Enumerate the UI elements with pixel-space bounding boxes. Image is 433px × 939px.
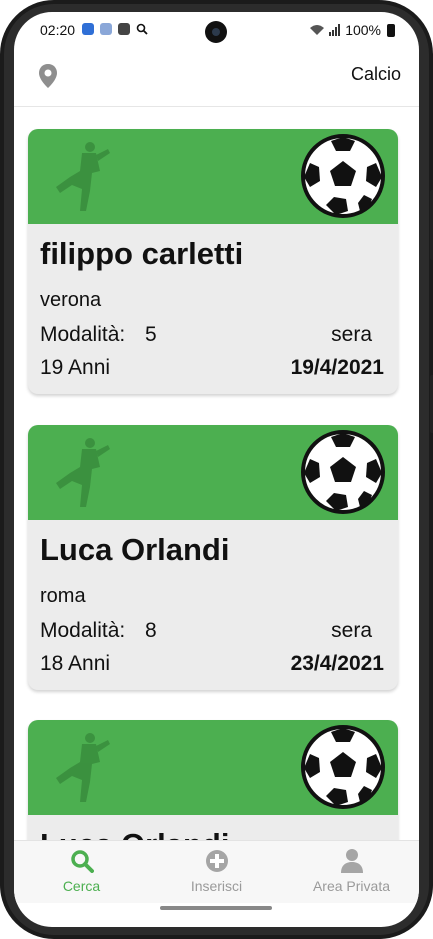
battery-text: 100% [345,22,381,38]
match-card[interactable]: Luca Orlandi [28,720,398,840]
soccer-ball-icon [301,430,385,514]
player-silhouette-icon [56,733,110,802]
screen: 02:20 100% Calcio filippo carletti veron… [14,12,419,927]
app-header: Calcio [14,52,419,107]
time-of-day: sera [331,323,372,346]
match-card[interactable]: Luca Orlandi roma Modalità: 8 sera 18 An… [28,425,398,690]
card-banner [28,720,398,815]
player-silhouette-icon [56,142,110,211]
player-name: Luca Orlandi [40,827,229,840]
mode-label: Modalità: [40,619,126,642]
player-name: filippo carletti [40,236,244,271]
search-notification-icon [136,23,148,35]
nav-label: Cerca [62,878,101,894]
mode-value: 8 [145,619,157,642]
age: 19 Anni [40,356,111,379]
city: verona [40,289,102,311]
sport-title[interactable]: Calcio [351,64,401,85]
player-name: Luca Orlandi [40,532,230,567]
app-notification-icon [118,23,130,35]
user-icon [340,849,363,873]
app-notification-icon [82,23,94,35]
mode-value: 5 [145,323,157,346]
soccer-ball-icon [301,725,385,809]
nav-label: Area Privata [312,878,391,894]
nav-cerca[interactable]: Cerca [14,841,149,903]
match-date: 19/4/2021 [290,356,384,379]
bottom-navigation: Cerca Inserisci Area Privata [14,840,419,903]
location-pin-icon[interactable] [38,63,58,89]
match-list[interactable]: filippo carletti verona Modalità: 5 sera… [14,107,419,840]
city: roma [40,585,86,607]
status-time: 02:20 [40,22,76,38]
time-of-day: sera [331,619,372,642]
front-camera [205,21,227,43]
card-banner [28,129,398,224]
soccer-ball-icon [301,134,385,218]
app-notification-icon [100,23,112,35]
plus-circle-icon [205,850,228,872]
gesture-bar[interactable] [160,906,272,910]
search-icon [70,850,94,873]
card-banner [28,425,398,520]
signal-icon [329,24,341,36]
wifi-icon [310,25,325,35]
match-card[interactable]: filippo carletti verona Modalità: 5 sera… [28,129,398,394]
age: 18 Anni [40,652,111,675]
nav-area-privata[interactable]: Area Privata [284,841,419,903]
nav-label: Inserisci [190,878,243,894]
phone-frame: 02:20 100% Calcio filippo carletti veron… [0,0,433,939]
nav-inserisci[interactable]: Inserisci [149,841,284,903]
mode-label: Modalità: [40,323,126,346]
notification-icons [82,23,148,35]
status-bar: 02:20 100% [14,12,419,52]
player-silhouette-icon [56,438,110,507]
battery-icon [387,23,395,37]
match-date: 23/4/2021 [290,652,384,675]
status-right: 100% [309,22,395,38]
